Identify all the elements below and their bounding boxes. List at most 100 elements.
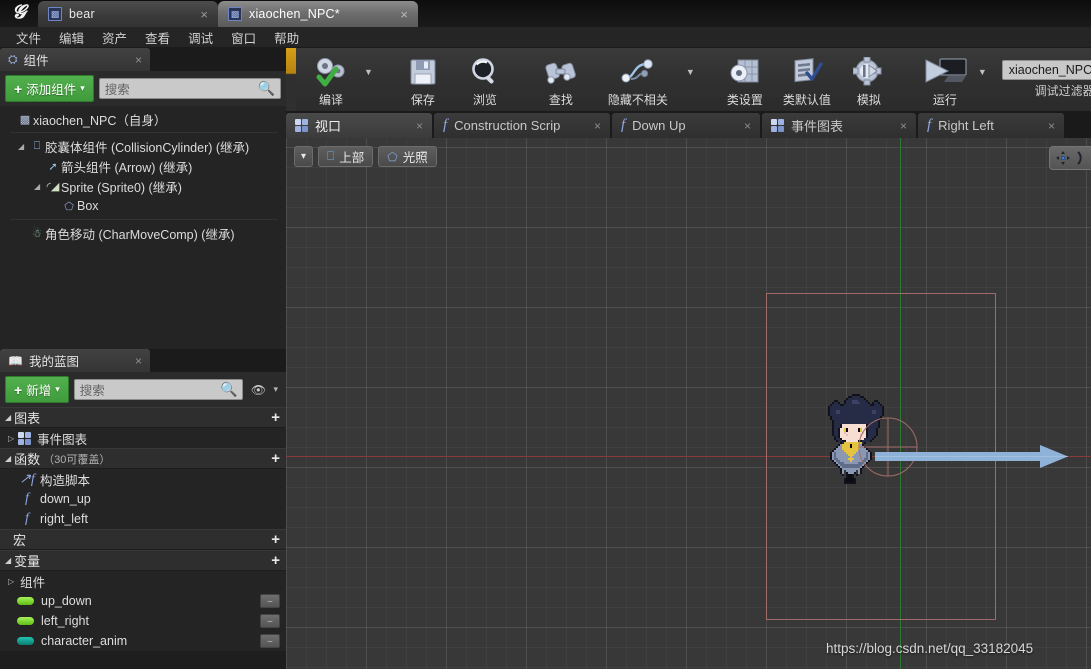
tab-my-blueprint[interactable]: 📖 我的蓝图 × [0, 349, 150, 372]
list-item-event-graph[interactable]: ▷ 事件图表 [0, 428, 286, 448]
menu-item-file[interactable]: 文件 [7, 26, 50, 49]
find-button[interactable]: 查找 [530, 49, 592, 111]
rotate-gizmo-icon[interactable] [1074, 149, 1091, 167]
section-header-functions[interactable]: ◢ 函数 （30可覆盖） + [0, 448, 286, 469]
viewport-canvas[interactable]: ▾ ⎕ 上部 ⬠ 光照 https://blog.csdn.net/qq_331… [286, 138, 1091, 669]
add-variable-button[interactable]: + [271, 553, 280, 568]
viewport-camera-button[interactable]: ⎕ 上部 [318, 146, 374, 167]
twisty-icon[interactable]: ◢ [18, 142, 29, 151]
list-item-up-down[interactable]: up_down ⌣ [0, 591, 286, 611]
twisty-icon[interactable]: ▷ [8, 434, 14, 443]
tab-event-graph[interactable]: 事件图表 × [762, 113, 916, 138]
close-icon[interactable]: × [730, 119, 751, 133]
tab-down-up[interactable]: f Down Up × [612, 113, 760, 138]
class-settings-label: 类设置 [726, 93, 763, 107]
bool-pin-icon [17, 617, 34, 625]
list-item-character-anim[interactable]: character_anim ⌣ [0, 631, 286, 651]
visibility-toggle[interactable]: ⌣ [260, 594, 280, 608]
list-item-right-left[interactable]: f right_left [0, 509, 286, 529]
tree-row-arrow[interactable]: ➚ 箭头组件 (Arrow) (继承) [0, 156, 286, 176]
browse-icon [469, 54, 501, 90]
tab-construction-script[interactable]: f Construction Scrip × [434, 113, 610, 138]
section-header-macros[interactable]: 宏 + [0, 529, 286, 550]
tab-components[interactable]: ⛭ 组件 × [0, 48, 150, 71]
tree-row-label: 角色移动 (CharMoveComp) (继承) [45, 227, 235, 242]
class-defaults-label: 类默认值 [782, 93, 831, 107]
tree-row-sprite[interactable]: ◢ ◜◢ Sprite (Sprite0) (继承) [0, 176, 286, 196]
chevron-down-icon[interactable]: ▾ [273, 384, 281, 395]
components-search-input[interactable]: 搜索 🔍 [98, 78, 281, 99]
compile-button[interactable]: 编译 [300, 49, 362, 111]
class-defaults-button[interactable]: 类默认值 [776, 49, 838, 111]
close-icon[interactable]: × [1034, 119, 1055, 133]
save-button[interactable]: 保存 [392, 49, 454, 111]
toolbar-accent [286, 48, 296, 111]
camera-icon: ⎕ [327, 149, 335, 163]
debug-filter-label: 调试过滤器 [1034, 84, 1091, 98]
menu-item-asset[interactable]: 资产 [93, 26, 136, 49]
myblueprint-search-input[interactable]: 搜索 🔍 [73, 379, 244, 400]
myblueprint-list: ◢ 图表 + ▷ 事件图表 ◢ 函数 （30可覆盖） + ↗f 构造脚本 f d… [0, 407, 286, 651]
viewport-lit-button[interactable]: ⬠ 光照 [378, 146, 437, 167]
close-icon[interactable]: × [113, 53, 142, 67]
close-icon[interactable]: × [402, 119, 423, 133]
section-header-variables[interactable]: ◢ 变量 + [0, 550, 286, 571]
play-button[interactable]: 运行 [914, 49, 976, 111]
menu-item-window[interactable]: 窗口 [222, 26, 265, 49]
translate-gizmo[interactable] [842, 406, 1091, 526]
title-bar: 𝓖 ▩ bear × ▩ xiaochen_NPC* × [0, 0, 1091, 27]
translate-gizmo-icon[interactable] [1054, 149, 1072, 167]
blueprint-icon: ▩ [48, 7, 62, 21]
menu-item-help[interactable]: 帮助 [265, 26, 308, 49]
close-icon[interactable]: × [580, 119, 601, 133]
add-graph-button[interactable]: + [271, 410, 280, 425]
hide-unrelated-icon [619, 54, 657, 90]
eye-icon[interactable]: 👁 [248, 380, 268, 400]
tree-row-charmovecomp[interactable]: ☃ 角色移动 (CharMoveComp) (继承) [0, 223, 286, 243]
close-icon[interactable]: × [388, 8, 408, 21]
visibility-toggle[interactable]: ⌣ [260, 634, 280, 648]
gizmo-mode-bar [1049, 146, 1091, 170]
menu-item-edit[interactable]: 编辑 [50, 26, 93, 49]
close-icon[interactable]: × [113, 354, 142, 368]
list-item-down-up[interactable]: f down_up [0, 489, 286, 509]
tree-row-self[interactable]: ▩ xiaochen_NPC（自身） [0, 109, 286, 129]
list-item-left-right[interactable]: left_right ⌣ [0, 611, 286, 631]
hide-unrelated-button[interactable]: 隐藏不相关 [592, 49, 684, 111]
list-item-construction-script[interactable]: ↗f 构造脚本 [0, 469, 286, 489]
debug-filter-select[interactable]: xiaochen_NPC ▼ [1001, 60, 1091, 80]
menu-item-debug[interactable]: 调试 [179, 26, 222, 49]
tab-label: 事件图表 [791, 119, 844, 134]
add-macro-button[interactable]: + [271, 532, 280, 547]
tab-viewport[interactable]: 视口 × [286, 113, 432, 138]
components-panel-body: + 添加组件 ▾ 搜索 🔍 ▩ xiaochen_NPC（自身） ◢ ⎕ 胶囊体… [0, 71, 286, 349]
list-item-components-category[interactable]: ▷ 组件 [0, 571, 286, 591]
chevron-down-icon[interactable]: ▼ [362, 67, 378, 93]
find-label: 查找 [548, 93, 573, 107]
viewport-options-button[interactable]: ▾ [294, 146, 314, 167]
close-icon[interactable]: × [886, 119, 907, 133]
plus-icon: + [14, 381, 23, 398]
twisty-icon[interactable]: ▷ [8, 577, 14, 586]
chevron-down-icon[interactable]: ▼ [684, 67, 700, 93]
close-icon[interactable]: × [188, 8, 208, 21]
tree-row-collision-cylinder[interactable]: ◢ ⎕ 胶囊体组件 (CollisionCylinder) (继承) [0, 136, 286, 156]
tab-my-blueprint-label: 我的蓝图 [28, 355, 79, 369]
window-tab-xiaochen-npc[interactable]: ▩ xiaochen_NPC* × [218, 1, 418, 27]
add-new-button[interactable]: + 新增 ▾ [5, 376, 69, 403]
add-component-button[interactable]: + 添加组件 ▾ [5, 75, 94, 102]
simulate-button[interactable]: 模拟 [838, 49, 900, 111]
browse-button[interactable]: 浏览 [454, 49, 516, 111]
visibility-toggle[interactable]: ⌣ [260, 614, 280, 628]
find-icon [544, 54, 578, 90]
menu-item-view[interactable]: 查看 [136, 26, 179, 49]
tab-right-left[interactable]: f Right Left × [918, 113, 1064, 138]
twisty-icon: ◢ [5, 556, 12, 565]
twisty-icon[interactable]: ◢ [34, 182, 45, 191]
section-header-graphs[interactable]: ◢ 图表 + [0, 407, 286, 428]
chevron-down-icon[interactable]: ▼ [976, 67, 992, 93]
add-function-button[interactable]: + [271, 451, 280, 466]
tree-row-box[interactable]: ⬠ Box [0, 196, 286, 216]
class-settings-button[interactable]: 类设置 [714, 49, 776, 111]
window-tab-bear[interactable]: ▩ bear × [38, 1, 218, 27]
